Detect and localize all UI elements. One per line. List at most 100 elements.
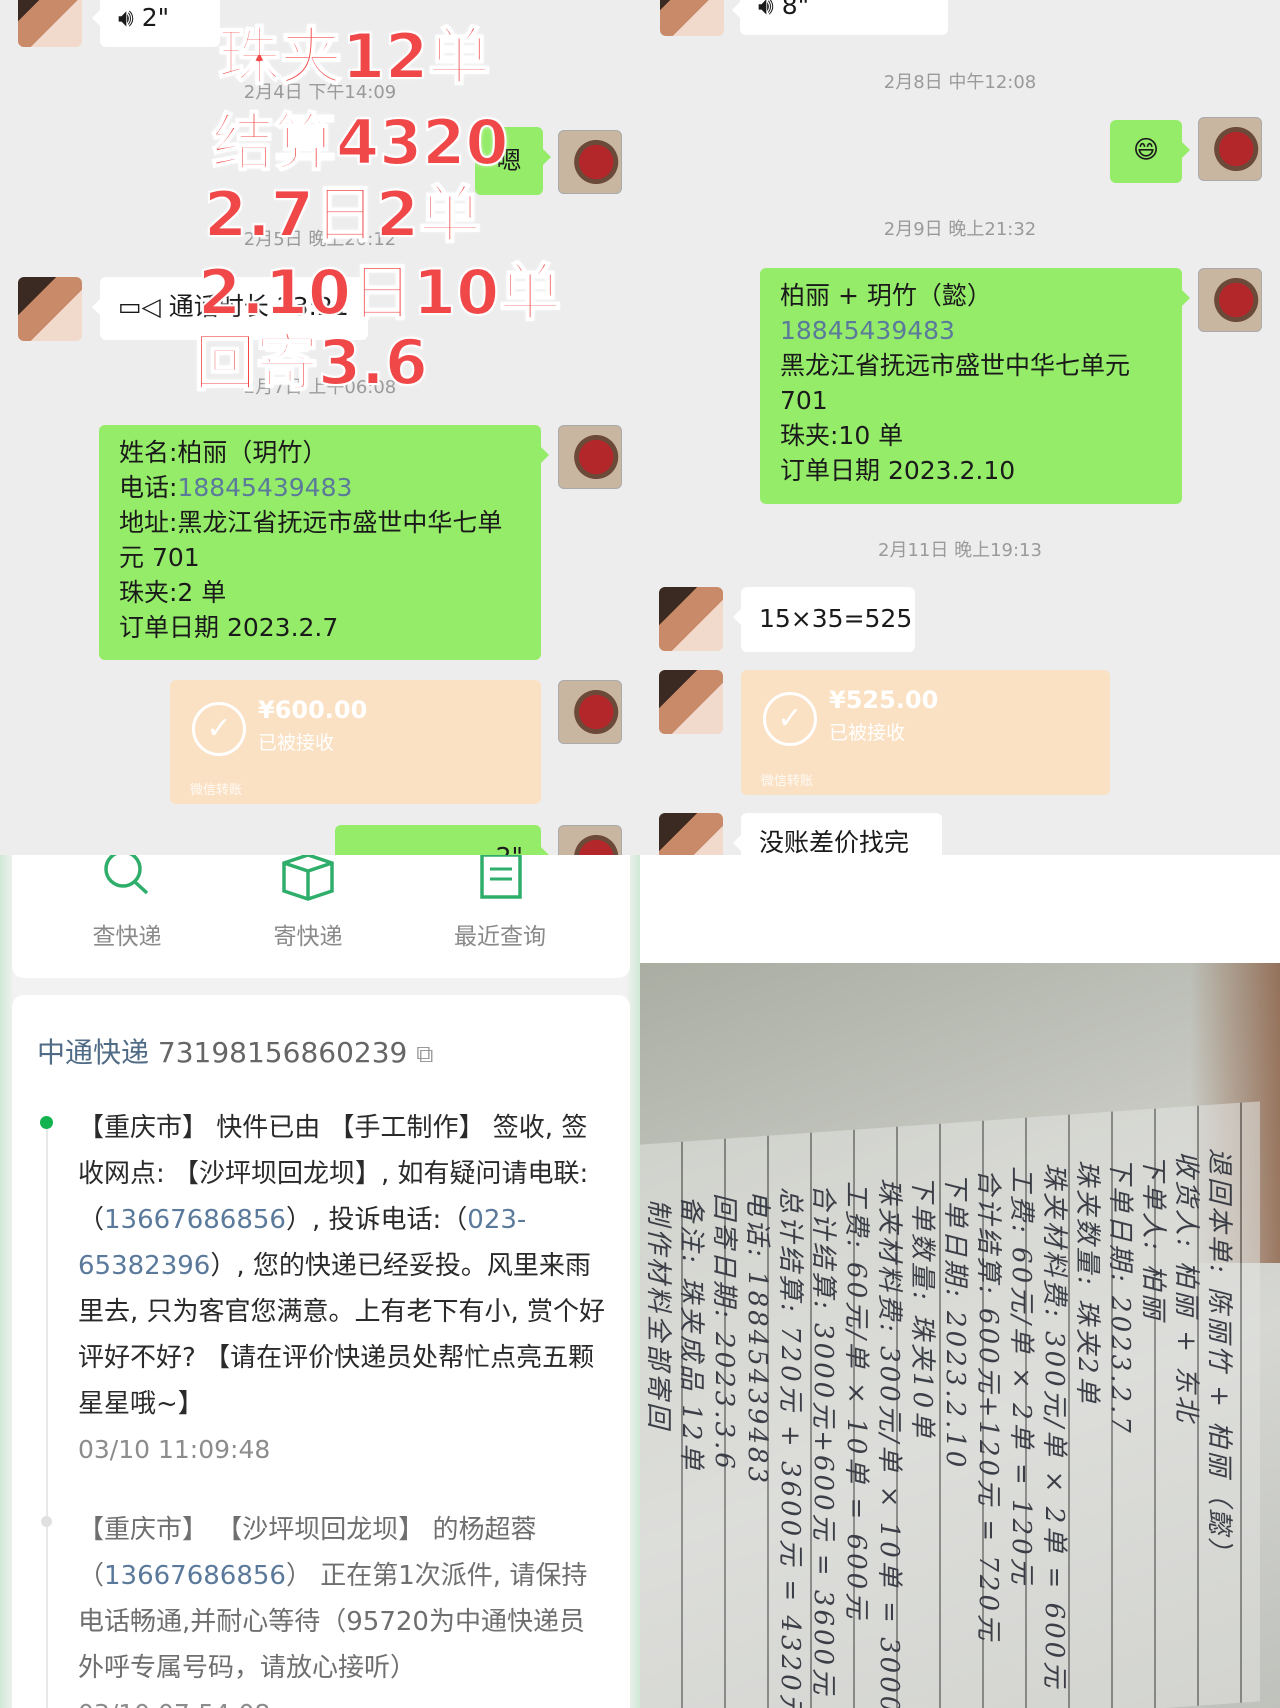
voice-icon: 🔊︎ [758, 0, 782, 20]
voice-icon: 🔊︎ [118, 3, 142, 32]
handwritten-line: 电话: 18845439483 [742, 1190, 772, 1486]
handwritten-line: 收货人: 柏丽 + 东北 [1171, 1151, 1201, 1425]
emoji-message[interactable]: 😄 [1110, 120, 1190, 183]
timeline-line [46, 1125, 48, 1708]
annotation-line: 2.7日2单 [203, 178, 482, 251]
handwritten-line: 合计结算: 600元+120元 = 720元 [973, 1169, 1003, 1644]
timestamp: 2月8日 中午12:08 [883, 72, 1037, 93]
my-avatar[interactable] [558, 130, 622, 194]
handwritten-line: 下单人: 柏丽 [1138, 1154, 1168, 1323]
order-date: 订单日期 2023.2.7 [119, 613, 339, 642]
tracking-number: 73198156860239 [157, 1036, 408, 1069]
order-date: 订单日期 2023.2.10 [780, 456, 1016, 485]
transfer-card[interactable]: ✓ ¥600.00 已被接收 微信转账 [170, 680, 541, 804]
handwritten-line: 工费: 60元/单 × 10单 = 600元 [841, 1181, 871, 1622]
check-icon: ✓ [763, 692, 817, 746]
event-text: ）, 投诉电话:（ [285, 1205, 468, 1235]
check-icon: ✓ [192, 702, 246, 756]
transfer-footer: 微信转账 [761, 774, 814, 789]
order-address: 黑龙江省抚远市盛世中华七单元 701 [780, 351, 1131, 415]
transfer-amount: ¥600.00 [258, 696, 368, 724]
transfer-card[interactable]: ✓ ¥525.00 已被接收 微信转账 [741, 670, 1110, 795]
handwritten-line: 工费: 60元/单 × 2单 = 120元 [1006, 1166, 1036, 1587]
timeline-dot [41, 1516, 52, 1527]
contact-avatar[interactable] [18, 0, 82, 47]
handwritten-line: 下单日期: 2023.2.7 [1105, 1157, 1135, 1436]
handwritten-line: 制作材料全部寄回 [643, 1199, 673, 1432]
annotation-line: 回寄3.6 [193, 326, 429, 399]
contact-avatar[interactable] [660, 0, 724, 36]
handwritten-line: 珠夹数量: 珠夹2单 [1072, 1160, 1102, 1406]
contact-avatar[interactable] [659, 670, 723, 734]
my-avatar[interactable] [558, 825, 622, 855]
contact-avatar[interactable] [659, 813, 723, 855]
phone-link[interactable]: 13667686856 [104, 1561, 286, 1591]
annotation-line: 2.10日10单 [197, 256, 562, 329]
transfer-amount: ¥525.00 [829, 686, 939, 714]
transfer-footer: 微信转账 [190, 783, 243, 798]
nav-label: 寄快递 [273, 924, 343, 950]
voice-duration: 2" [496, 842, 523, 855]
document-icon [480, 855, 522, 899]
handwritten-line: 合计结算: 3000元+600元 = 3600元 [808, 1184, 838, 1698]
contact-avatar[interactable] [659, 587, 723, 651]
video-call-icon: ▭◁ [118, 292, 169, 321]
nav-query-express[interactable]: 查快递 [57, 855, 197, 950]
voice-message[interactable]: 🔊︎ 2" [92, 0, 220, 47]
phone-link[interactable]: 13667686856 [104, 1205, 286, 1235]
annotation-line: 珠夹12单 [217, 20, 491, 93]
handwritten-line: 下单数量: 珠夹10单 [907, 1175, 937, 1441]
order-qty: 珠夹:2 单 [119, 578, 227, 607]
express-nav-card: 查快递 寄快递 最近查询 [12, 855, 630, 978]
nav-label: 查快递 [92, 924, 162, 950]
voice-duration: 2" [141, 3, 170, 32]
transfer-status: 已被接收 [829, 722, 906, 744]
handwritten-line: 珠夹材料费: 300元/单 × 2单 = 600元 [1039, 1163, 1069, 1691]
tracking-header: 中通快递 73198156860239 ⧉ [37, 1031, 433, 1071]
phone-link[interactable]: 18845439483 [177, 473, 352, 502]
order-message[interactable]: 姓名:柏丽（玥竹） 电话:18845439483 地址:黑龙江省抚远市盛世中华七… [99, 425, 549, 660]
event-time: 03/10 07:54:08 [78, 1691, 608, 1708]
order-message[interactable]: 柏丽 + 玥竹（懿） 18845439483 黑龙江省抚远市盛世中华七单元 70… [760, 268, 1190, 504]
order-address: 地址:黑龙江省抚远市盛世中华七单元 701 [119, 508, 503, 572]
tracking-event: 【重庆市】 快件已由 【手工制作】 签收, 签收网点: 【沙坪坝回龙坝】, 如有… [78, 1105, 608, 1473]
order-qty: 珠夹:10 单 [780, 421, 904, 450]
handwritten-line: 下单日期: 2023.2.10 [940, 1172, 970, 1471]
voice-duration: 8" [781, 0, 810, 20]
message-bubble-received[interactable]: 15×35=525 [733, 587, 915, 652]
handwritten-line: 备注: 珠夹成品 12单 [676, 1196, 706, 1473]
search-icon [104, 855, 149, 895]
handwritten-line: 珠夹材料费: 300元/单 × 10单 = 3000元 [874, 1178, 904, 1708]
event-time: 03/10 11:09:48 [78, 1435, 271, 1464]
my-avatar[interactable] [1198, 268, 1262, 332]
my-avatar[interactable] [558, 680, 622, 744]
copy-icon[interactable]: ⧉ [416, 1040, 433, 1068]
contact-avatar[interactable] [18, 277, 82, 341]
order-name: 柏丽 + 玥竹（懿） [780, 281, 992, 310]
nav-send-express[interactable]: 寄快递 [238, 855, 378, 950]
timestamp: 2月9日 晚上21:32 [883, 219, 1037, 240]
handwritten-line: 回寄日期: 2023.3.6 [709, 1193, 739, 1472]
annotation-line: 结算4320 [211, 106, 510, 179]
phone-link[interactable]: 18845439483 [780, 313, 1162, 348]
chat-left-panel: 🔊︎ 2" 2月4日 下午14:09 嗯 2月5日 晚上20:12 ▭◁ 通话时… [0, 0, 640, 855]
phone-label: 电话: [119, 473, 178, 502]
timestamp: 2月11日 晚上19:13 [878, 540, 1042, 561]
carrier-name: 中通快递 [37, 1036, 150, 1069]
nav-label: 最近查询 [454, 924, 546, 950]
voice-message-sent[interactable]: 2" [335, 825, 549, 855]
box-icon [282, 855, 334, 901]
transfer-status: 已被接收 [258, 732, 335, 754]
blank-area [640, 855, 1280, 963]
my-avatar[interactable] [558, 425, 622, 489]
voice-message[interactable]: 🔊︎ 8" [732, 0, 948, 35]
handwritten-note-photo: 退回本单: 陈丽竹 + 柏丽（懿） 收货人: 柏丽 + 东北 下单人: 柏丽 下单日期… [640, 963, 1280, 1708]
tracking-event: 【重庆市】 【沙坪坝回龙坝】 的杨超蓉（13667686856） 正在第1次派件… [78, 1507, 608, 1708]
chat-right-panel: 🔊︎ 8" 2月8日 中午12:08 😄 2月9日 晚上21:32 柏丽 + 玥… [640, 0, 1280, 855]
order-name: 姓名:柏丽（玥竹） [119, 438, 328, 467]
nav-recent-queries[interactable]: 最近查询 [430, 855, 570, 950]
my-avatar[interactable] [1198, 117, 1262, 181]
message-bubble-received[interactable]: 没账差价找完 [733, 813, 942, 855]
handwritten-line: 总计结算: 720元 + 3600元 = 4320元 [775, 1187, 805, 1708]
express-tracking-panel: 查快递 寄快递 最近查询 中通快递 73198156860239 ⧉ 【重庆市】… [0, 855, 640, 1708]
